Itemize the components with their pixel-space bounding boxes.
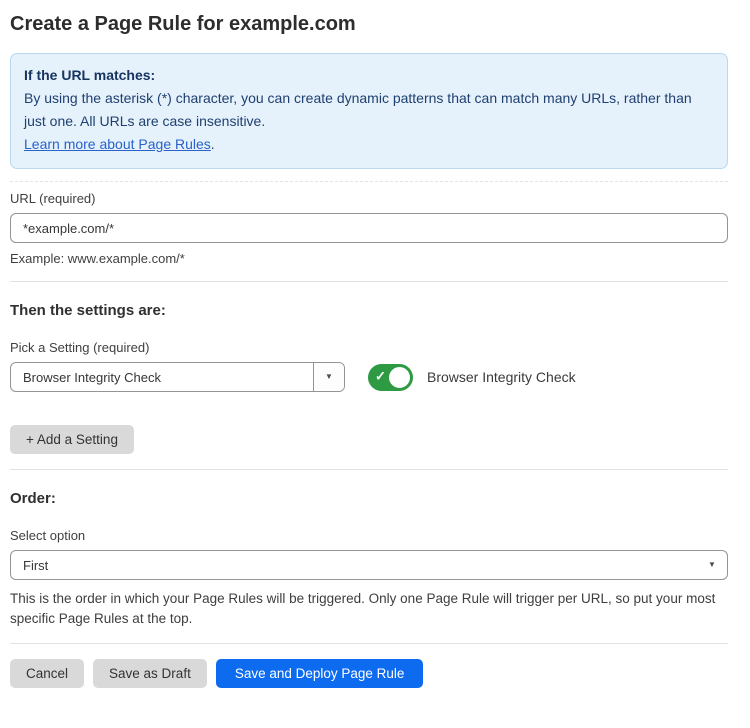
url-input[interactable] bbox=[10, 213, 728, 243]
cancel-button[interactable]: Cancel bbox=[10, 659, 84, 688]
url-field-helper: Example: www.example.com/* bbox=[10, 251, 728, 266]
section-divider-1 bbox=[10, 281, 728, 282]
order-select-arrow: ▼ bbox=[697, 561, 727, 569]
order-select[interactable]: First ▼ bbox=[10, 550, 728, 580]
setting-picker-value: Browser Integrity Check bbox=[11, 370, 313, 385]
info-box-body: By using the asterisk (*) character, you… bbox=[24, 87, 711, 133]
info-box-heading: If the URL matches: bbox=[24, 64, 711, 87]
dashed-divider bbox=[10, 181, 728, 182]
footer-actions: Cancel Save as Draft Save and Deploy Pag… bbox=[10, 659, 728, 688]
section-divider-3 bbox=[10, 643, 728, 644]
chevron-down-icon: ▼ bbox=[708, 561, 716, 569]
learn-more-link[interactable]: Learn more about Page Rules bbox=[24, 136, 211, 152]
setting-row: Browser Integrity Check ▼ ✓ Browser Inte… bbox=[10, 362, 728, 392]
toggle-knob bbox=[387, 365, 412, 390]
save-as-draft-button[interactable]: Save as Draft bbox=[93, 659, 207, 688]
pick-setting-label: Pick a Setting (required) bbox=[10, 340, 728, 355]
create-page-rule-panel: Create a Page Rule for example.com If th… bbox=[0, 0, 750, 728]
chevron-down-icon: ▼ bbox=[325, 373, 333, 381]
order-select-label: Select option bbox=[10, 528, 728, 543]
add-setting-button[interactable]: + Add a Setting bbox=[10, 425, 134, 454]
check-icon: ✓ bbox=[375, 369, 386, 385]
section-divider-2 bbox=[10, 469, 728, 470]
info-box-link-line: Learn more about Page Rules. bbox=[24, 133, 711, 156]
order-select-value: First bbox=[11, 558, 697, 573]
url-field-label: URL (required) bbox=[10, 191, 728, 206]
setting-toggle[interactable]: ✓ bbox=[368, 364, 413, 391]
link-period: . bbox=[211, 136, 215, 152]
order-helper-text: This is the order in which your Page Rul… bbox=[10, 589, 728, 628]
save-and-deploy-button[interactable]: Save and Deploy Page Rule bbox=[216, 659, 424, 688]
settings-section-heading: Then the settings are: bbox=[10, 302, 728, 319]
setting-picker-select[interactable]: Browser Integrity Check ▼ bbox=[10, 362, 345, 392]
order-section-heading: Order: bbox=[10, 490, 728, 507]
page-title: Create a Page Rule for example.com bbox=[10, 13, 728, 36]
setting-picker-arrow-button[interactable]: ▼ bbox=[313, 363, 344, 391]
setting-toggle-label: Browser Integrity Check bbox=[427, 369, 576, 385]
url-matches-info-box: If the URL matches: By using the asteris… bbox=[10, 53, 728, 169]
